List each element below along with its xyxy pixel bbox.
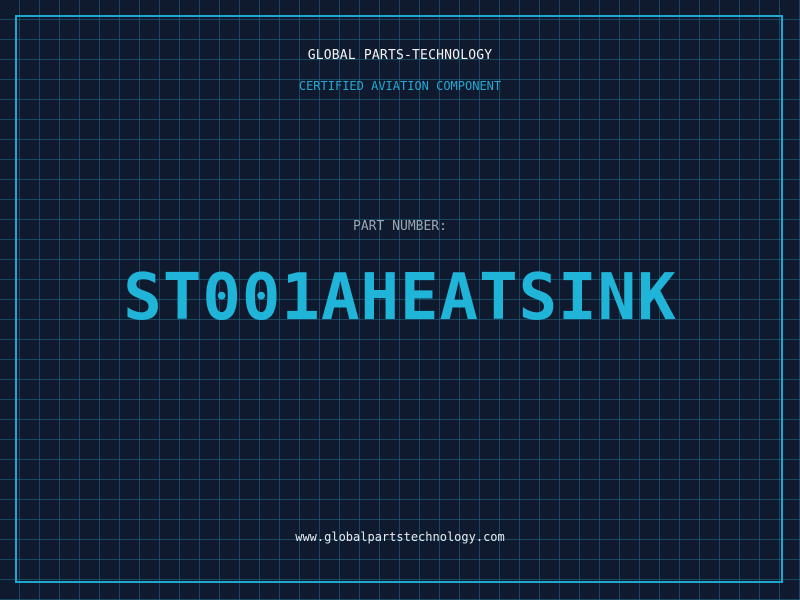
part-number-label: PART NUMBER: (353, 219, 447, 234)
part-number-value: ST001AHEATSINK (123, 261, 677, 335)
company-name: GLOBAL PARTS-TECHNOLOGY (307, 48, 493, 63)
part-label-card: GLOBAL PARTS-TECHNOLOGY CERTIFIED AVIATI… (0, 0, 800, 600)
website-url: www.globalpartstechnology.com (295, 530, 505, 544)
certification-tagline: CERTIFIED AVIATION COMPONENT (298, 79, 502, 93)
